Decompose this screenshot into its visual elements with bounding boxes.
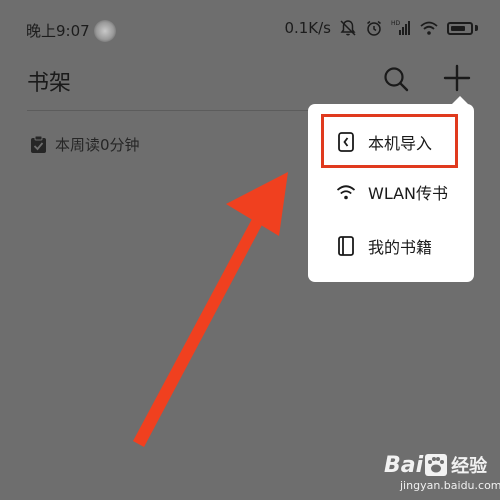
watermark-url: jingyan.baidu.com bbox=[400, 479, 500, 492]
watermark-brand-left: Bai bbox=[384, 452, 424, 478]
watermark-brand-right: 经验 bbox=[451, 456, 488, 477]
annotation-arrow bbox=[133, 172, 288, 447]
baidu-watermark: Bai 经验 jingyan.baidu.com bbox=[384, 452, 500, 498]
paw-icon bbox=[425, 454, 448, 476]
arrow-shaft bbox=[133, 217, 263, 447]
